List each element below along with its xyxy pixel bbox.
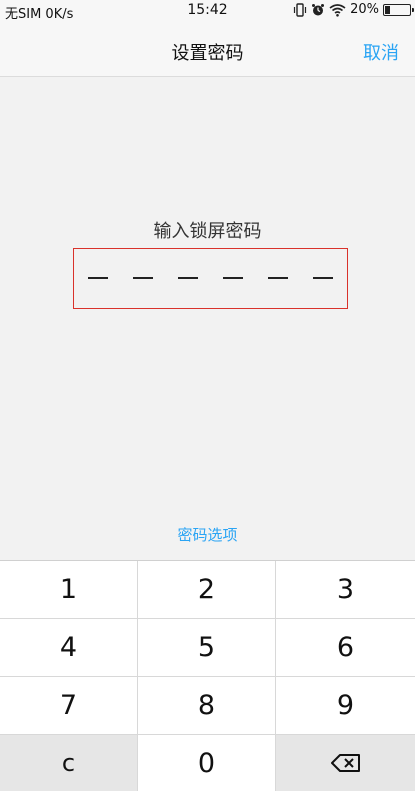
pin-digit-slot	[223, 277, 243, 279]
key-clear[interactable]: c	[0, 735, 138, 791]
pin-digit-slot	[88, 277, 108, 279]
vibrate-icon	[293, 2, 307, 17]
wifi-icon	[329, 3, 346, 17]
status-icons: 20%	[293, 2, 414, 17]
key-2[interactable]: 2	[138, 561, 276, 619]
password-options-link[interactable]: 密码选项	[0, 524, 415, 545]
key-4[interactable]: 4	[0, 619, 138, 677]
backspace-button[interactable]	[276, 735, 415, 791]
pin-digit-slot	[313, 277, 333, 279]
nav-bar: 设置密码 取消	[0, 22, 415, 77]
pin-digit-slot	[268, 277, 288, 279]
pin-entry-field[interactable]	[73, 248, 348, 309]
numeric-keypad: 1 2 3 4 5 6 7 8 9 c 0	[0, 560, 415, 791]
key-1[interactable]: 1	[0, 561, 138, 619]
alarm-icon	[311, 3, 325, 17]
battery-icon	[383, 3, 414, 16]
battery-percent: 20%	[350, 2, 379, 17]
pin-digit-slot	[178, 277, 198, 279]
battery-fill	[385, 5, 390, 14]
key-9[interactable]: 9	[276, 677, 415, 735]
key-8[interactable]: 8	[138, 677, 276, 735]
key-3[interactable]: 3	[276, 561, 415, 619]
password-prompt: 输入锁屏密码	[153, 221, 262, 242]
pin-digit-slot	[133, 277, 153, 279]
page-title: 设置密码	[171, 43, 244, 64]
key-7[interactable]: 7	[0, 677, 138, 735]
backspace-icon	[330, 748, 361, 779]
key-5[interactable]: 5	[138, 619, 276, 677]
cancel-button[interactable]: 取消	[363, 39, 399, 65]
key-0[interactable]: 0	[138, 735, 276, 791]
key-6[interactable]: 6	[276, 619, 415, 677]
status-bar: 无SIM 0K/s 15:42 20%	[0, 0, 415, 22]
